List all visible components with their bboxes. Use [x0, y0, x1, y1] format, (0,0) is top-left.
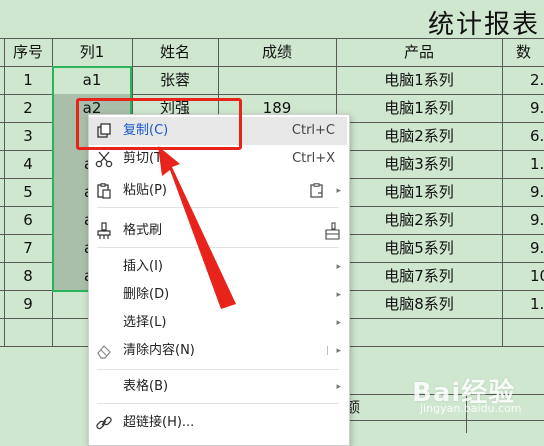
- red-arrow-icon: [158, 146, 236, 309]
- watermark-url: jingyan.baidu.com: [420, 402, 522, 415]
